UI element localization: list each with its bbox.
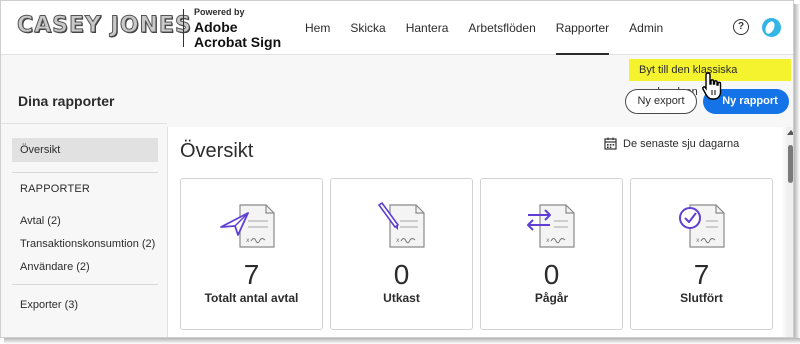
page-title: Dina rapporter (18, 93, 115, 109)
hand-cursor-icon (702, 72, 722, 100)
scroll-up-arrow-icon[interactable] (787, 130, 793, 135)
date-range-label: De senaste sju dagarna (623, 137, 740, 150)
reports-sidebar: Översikt RAPPORTER Avtal (2) Transaktion… (1, 123, 167, 337)
card-label: Slutfört (680, 291, 723, 305)
card-label: Totalt antal avtal (204, 291, 299, 305)
nav-item-hem[interactable]: Hem (297, 1, 338, 55)
sidebar-item-transaktionskonsumtion[interactable]: Transaktionskonsumtion (2) (20, 238, 155, 250)
avatar[interactable] (762, 18, 781, 37)
logo-divider (183, 9, 184, 47)
svg-text:x: x (246, 237, 250, 244)
date-range-selector[interactable]: De senaste sju dagarna (604, 137, 739, 150)
overview-panel: Översikt De senaste sju dagarna x 7 Tota… (167, 127, 783, 337)
send-document-icon: x (220, 204, 275, 248)
svg-text:x: x (696, 237, 700, 244)
sidebar-divider (12, 172, 158, 173)
app-window: CASEY JONES Powered by Adobe Acrobat Sig… (0, 0, 794, 338)
card-count: 0 (543, 259, 560, 290)
powered-by-label: Powered by (194, 7, 245, 17)
nav-item-skicka[interactable]: Skicka (342, 1, 393, 55)
svg-text:x: x (546, 237, 550, 244)
nav-item-hantera[interactable]: Hantera (398, 1, 457, 55)
nav-item-arbetsfloden[interactable]: Arbetsflöden (460, 1, 543, 55)
main-nav: Hem Skicka Hantera Arbetsflöden Rapporte… (297, 1, 671, 55)
brand-name-line2: Acrobat Sign (194, 34, 282, 50)
card-count: 0 (393, 259, 410, 290)
nav-item-admin[interactable]: Admin (621, 1, 671, 55)
sidebar-heading-reports: RAPPORTER (20, 183, 91, 195)
card-count: 7 (243, 259, 260, 290)
draft-document-icon: x (378, 202, 425, 248)
window-shadow (4, 338, 800, 344)
new-export-button[interactable]: Ny export (625, 89, 697, 114)
svg-text:x: x (396, 237, 400, 244)
scrollbar[interactable] (786, 127, 793, 337)
sidebar-item-avtal[interactable]: Avtal (2) (20, 215, 61, 227)
card-total-agreements[interactable]: x 7 Totalt antal avtal (180, 178, 323, 330)
card-completed[interactable]: x 7 Slutfört (630, 178, 773, 330)
card-label: Pågår (534, 291, 569, 305)
top-navigation-bar: CASEY JONES Powered by Adobe Acrobat Sig… (1, 1, 793, 55)
calendar-icon (604, 137, 617, 150)
adobe-sign-brand: Powered by Adobe Acrobat Sign (194, 8, 281, 50)
scrollbar-thumb[interactable] (788, 145, 793, 183)
nav-item-rapporter[interactable]: Rapporter (548, 1, 617, 55)
help-icon[interactable]: ? (733, 19, 749, 35)
card-drafts[interactable]: x 0 Utkast (330, 178, 473, 330)
sidebar-divider (12, 284, 158, 285)
card-label: Utkast (383, 291, 420, 305)
sidebar-item-anvandare[interactable]: Användare (2) (20, 261, 90, 273)
overview-title: Översikt (180, 140, 254, 162)
sidebar-item-overview[interactable]: Översikt (12, 138, 158, 162)
card-in-progress[interactable]: x 0 Pågår (480, 178, 623, 330)
completed-document-icon: x (679, 204, 725, 248)
brand-name-line1: Adobe (194, 19, 238, 35)
card-count: 7 (693, 259, 710, 290)
in-progress-document-icon: x (527, 204, 575, 248)
window-shadow (794, 4, 800, 344)
company-logo[interactable]: CASEY JONES (17, 13, 192, 39)
sidebar-item-exporter[interactable]: Exporter (3) (20, 299, 78, 311)
